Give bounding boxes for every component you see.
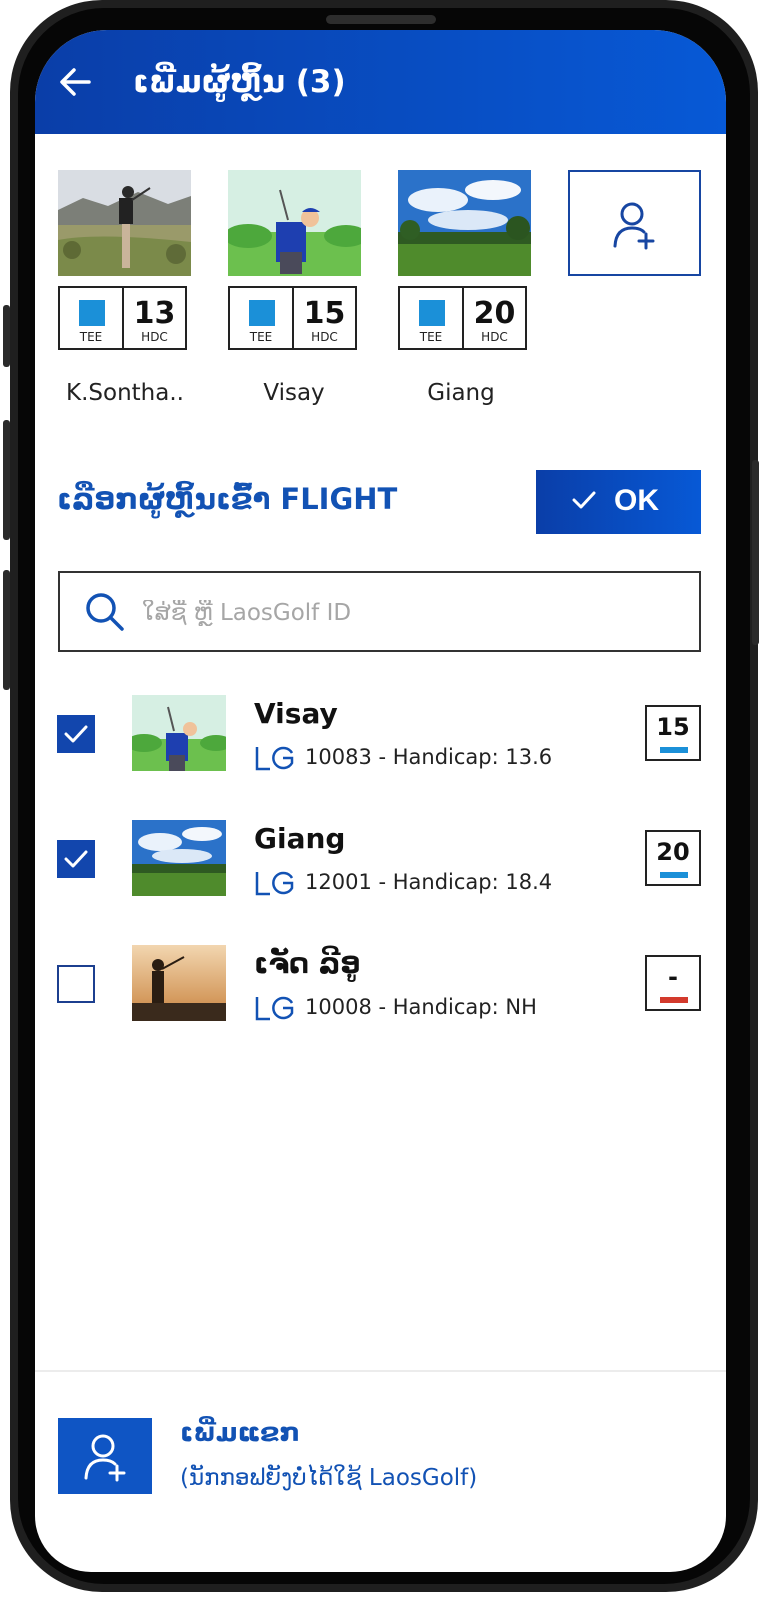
handicap-box: 20: [645, 830, 701, 886]
side-button-mute: [3, 305, 10, 367]
tee-color-swatch: [419, 300, 445, 326]
tee-color-swatch: [249, 300, 275, 326]
tee-color-bar: [660, 997, 688, 1003]
side-button-volume-up: [3, 420, 10, 540]
handicap-value: 20: [656, 838, 690, 866]
player-3-stats: TEE 20 HDC: [398, 286, 527, 350]
handicap-box: -: [645, 955, 701, 1011]
hdc-cell: 13 HDC: [124, 288, 185, 348]
laosgolf-logo-icon: [255, 996, 294, 1021]
speaker-grille: [326, 15, 436, 24]
player-row-giang[interactable]: Giang 12001 - Handicap: 18.4 20: [35, 820, 726, 910]
hdc-value: 13: [133, 296, 176, 331]
tee-cell: TEE: [230, 288, 294, 348]
handicap-value: 15: [656, 713, 690, 741]
player-name: Giang: [254, 822, 346, 855]
handicap-box: 15: [645, 705, 701, 761]
player-photo-2[interactable]: [228, 170, 361, 276]
checkmark-icon: [64, 725, 88, 743]
player-id-handicap: 12001 - Handicap: 18.4: [305, 870, 553, 894]
player-2-name: Visay: [263, 380, 325, 406]
check-icon: [572, 491, 596, 509]
player-row-jet-liu[interactable]: ເຈັດ ລີອູ 10008 - Handicap: NH -: [35, 945, 726, 1035]
add-guest-button[interactable]: [58, 1418, 152, 1494]
tee-label: TEE: [249, 330, 273, 344]
side-button-power: [752, 460, 759, 645]
add-guest-title[interactable]: ເພີ່ມແຂກ: [180, 1418, 300, 1448]
page-title: ເພີ່ມຜູ້ຫຼິ້ນ (3): [133, 64, 346, 100]
back-arrow-icon: [60, 68, 91, 96]
tee-cell: TEE: [400, 288, 464, 348]
hdc-value: 20: [473, 296, 516, 331]
tee-label: TEE: [419, 330, 443, 344]
player-photo-3[interactable]: [398, 170, 531, 276]
golfer-illustration-photo: [228, 170, 361, 276]
back-button[interactable]: [57, 64, 93, 100]
top-app-bar: ເພີ່ມຜູ້ຫຼິ້ນ (3): [35, 30, 726, 134]
handicap-value: -: [668, 963, 678, 991]
hdc-label: HDC: [481, 330, 508, 344]
player-3-name: Giang: [427, 380, 495, 406]
player-checkbox[interactable]: [57, 840, 95, 878]
player-1-stats: TEE 13 HDC: [58, 286, 187, 350]
tee-color-swatch: [79, 300, 105, 326]
player-thumbnail: [132, 945, 226, 1021]
golfer-on-course-photo: [58, 170, 191, 276]
player-photo-1[interactable]: [58, 170, 191, 276]
player-checkbox[interactable]: [57, 715, 95, 753]
player-name: ເຈັດ ລີອູ: [254, 947, 361, 980]
tee-label: TEE: [79, 330, 103, 344]
hdc-cell: 15 HDC: [294, 288, 355, 348]
tee-color-bar: [660, 747, 688, 753]
player-1-name: K.Sontha..: [66, 380, 184, 406]
tee-cell: TEE: [60, 288, 124, 348]
player-thumbnail: [132, 695, 226, 771]
hdc-cell: 20 HDC: [464, 288, 525, 348]
ok-button[interactable]: OK: [536, 470, 701, 534]
laosgolf-logo-icon: [255, 871, 294, 896]
player-id-handicap: 10083 - Handicap: 13.6: [305, 745, 553, 769]
laosgolf-logo-icon: [255, 746, 294, 771]
player-row-visay[interactable]: Visay 10083 - Handicap: 13.6 15: [35, 695, 726, 785]
add-guest-subtitle: (ນັກກອຟຍັງບໍ່ໄດ້ໃຊ້ LaosGolf): [180, 1465, 478, 1491]
search-icon: [86, 593, 124, 631]
add-user-icon: [84, 1434, 126, 1482]
ok-label: OK: [614, 484, 659, 517]
hdc-label: HDC: [311, 330, 338, 344]
search-box[interactable]: [58, 571, 701, 652]
add-user-icon: [613, 202, 655, 250]
side-button-volume-down: [3, 570, 10, 690]
golf-course-sky-photo: [398, 170, 531, 276]
footer-divider: [35, 1370, 726, 1372]
hdc-label: HDC: [141, 330, 168, 344]
player-checkbox[interactable]: [57, 965, 95, 1003]
hdc-value: 15: [303, 296, 346, 331]
player-name: Visay: [254, 697, 338, 730]
flight-section-title: ເລືອກຜູ້ຫຼິ້ນເຂົ້າ FLIGHT: [57, 482, 398, 516]
player-2-stats: TEE 15 HDC: [228, 286, 357, 350]
player-id-handicap: 10008 - Handicap: NH: [305, 995, 537, 1019]
player-thumbnail: [132, 820, 226, 896]
add-player-tile[interactable]: [568, 170, 701, 276]
search-input[interactable]: [140, 589, 684, 637]
tee-color-bar: [660, 872, 688, 878]
checkmark-icon: [64, 850, 88, 868]
app-screen: ເພີ່ມຜູ້ຫຼິ້ນ (3) TEE 13 HDC TEE 15 HDC …: [35, 30, 726, 1572]
